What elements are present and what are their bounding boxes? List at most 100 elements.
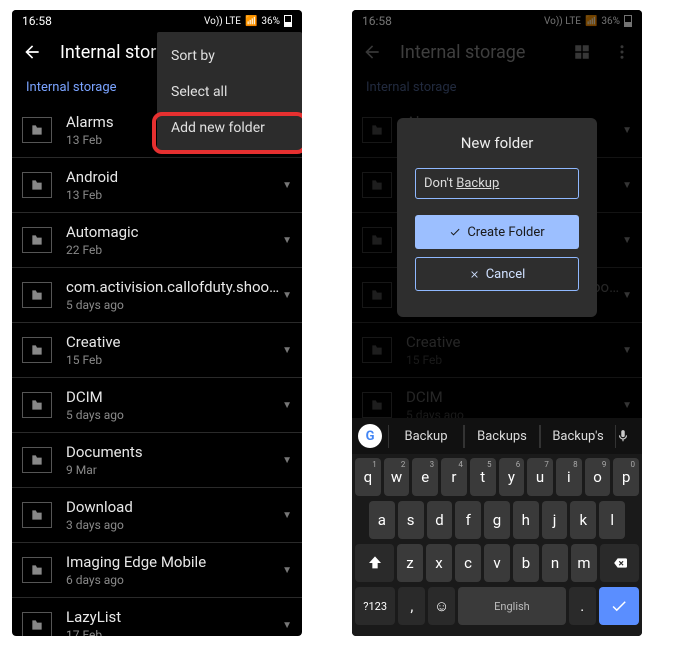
key-s[interactable]: s (398, 501, 424, 539)
backspace-key[interactable] (600, 544, 639, 582)
folder-icon (22, 557, 52, 583)
key-w[interactable]: w2 (384, 458, 410, 496)
key-k[interactable]: k (570, 501, 596, 539)
item-sub: 17 Feb (66, 628, 282, 636)
item-name: Imaging Edge Mobile (66, 553, 282, 571)
list-item[interactable]: LazyList 17 Feb ▼ (12, 598, 302, 636)
comma-key[interactable]: , (398, 587, 425, 625)
item-sub: 22 Feb (66, 243, 282, 257)
cancel-button[interactable]: Cancel (415, 257, 579, 291)
options-menu: Sort by Select all Add new folder (157, 32, 302, 152)
list-item[interactable]: DCIM 5 days ago ▼ (12, 378, 302, 433)
chevron-down-icon[interactable]: ▼ (282, 180, 292, 191)
item-name: Documents (66, 443, 282, 461)
chevron-down-icon[interactable]: ▼ (282, 400, 292, 411)
list-item[interactable]: com.activision.callofduty.shooter5 days … (12, 268, 302, 323)
period-key[interactable]: . (569, 587, 596, 625)
key-l[interactable]: l (599, 501, 625, 539)
key-o[interactable]: o9 (585, 458, 611, 496)
key-x[interactable]: x (426, 544, 452, 582)
folder-icon (22, 117, 52, 143)
key-i[interactable]: i8 (556, 458, 582, 496)
key-y[interactable]: y6 (499, 458, 525, 496)
key-m[interactable]: m (571, 544, 597, 582)
create-label: Create Folder (467, 225, 544, 240)
key-n[interactable]: n (542, 544, 568, 582)
item-name: Download (66, 498, 282, 516)
emoji-key[interactable]: ☺ (428, 587, 455, 625)
shift-key[interactable] (355, 544, 394, 582)
list-item[interactable]: Documents 9 Mar ▼ (12, 433, 302, 488)
folder-name-input[interactable]: Don't Backup (415, 168, 579, 199)
back-icon[interactable] (20, 40, 44, 64)
item-name: Automagic (66, 223, 282, 241)
item-sub: 5 days ago (66, 408, 282, 422)
key-z[interactable]: z (397, 544, 423, 582)
key-p[interactable]: p0 (613, 458, 639, 496)
item-sub: 3 days ago (66, 518, 282, 532)
folder-list: Alarms13 Feb ▼ Android13 Feb ▼ Automagic… (12, 103, 302, 636)
key-d[interactable]: d (427, 501, 453, 539)
google-icon[interactable]: G (358, 424, 382, 448)
list-item[interactable]: Download 3 days ago ▼ (12, 488, 302, 543)
key-j[interactable]: j (542, 501, 568, 539)
key-f[interactable]: f (455, 501, 481, 539)
key-h[interactable]: h (513, 501, 539, 539)
key-a[interactable]: a (369, 501, 395, 539)
list-item[interactable]: Android 13 Feb ▼ (12, 158, 302, 213)
chevron-down-icon[interactable]: ▼ (282, 235, 292, 246)
chevron-down-icon[interactable]: ▼ (282, 620, 292, 631)
chevron-down-icon[interactable]: ▼ (282, 455, 292, 466)
status-net: Vo)) LTE (204, 16, 241, 27)
item-name: DCIM (66, 388, 282, 406)
chevron-down-icon[interactable]: ▼ (282, 345, 292, 356)
suggestion[interactable]: Backup (388, 425, 464, 448)
list-item[interactable]: Automagic 22 Feb ▼ (12, 213, 302, 268)
key-t[interactable]: t5 (470, 458, 496, 496)
item-name: Creative (66, 333, 282, 351)
dialog-title: New folder (415, 134, 579, 152)
key-e[interactable]: e3 (412, 458, 438, 496)
folder-icon (22, 392, 52, 418)
chevron-down-icon[interactable]: ▼ (282, 510, 292, 521)
item-sub: 13 Feb (66, 188, 282, 202)
key-u[interactable]: u7 (527, 458, 553, 496)
keyboard: G Backup Backups Backup's q1w2e3r4t5y6u7… (352, 418, 642, 636)
enter-key[interactable] (599, 587, 639, 625)
folder-icon (22, 502, 52, 528)
item-name: LazyList (66, 608, 282, 626)
folder-icon (22, 447, 52, 473)
menu-select-all[interactable]: Select all (157, 74, 302, 110)
chevron-down-icon[interactable]: ▼ (282, 290, 292, 301)
space-key[interactable]: English (458, 587, 566, 625)
menu-sort-by[interactable]: Sort by (157, 38, 302, 74)
battery-icon (284, 15, 292, 27)
suggestion[interactable]: Backup's (540, 425, 616, 448)
chevron-down-icon[interactable]: ▼ (282, 565, 292, 576)
status-battery: 36% (261, 16, 280, 27)
folder-icon (22, 612, 52, 636)
key-g[interactable]: g (484, 501, 510, 539)
key-r[interactable]: r4 (441, 458, 467, 496)
key-v[interactable]: v (484, 544, 510, 582)
create-folder-button[interactable]: Create Folder (415, 215, 579, 249)
folder-icon (22, 282, 52, 308)
list-item[interactable]: Creative15 Feb ▼ (12, 323, 302, 378)
numbers-key[interactable]: ?123 (355, 587, 395, 625)
menu-add-folder[interactable]: Add new folder (157, 110, 302, 146)
folder-icon (22, 227, 52, 253)
suggestion[interactable]: Backups (464, 425, 540, 448)
item-name: Android (66, 168, 282, 186)
key-q[interactable]: q1 (355, 458, 381, 496)
input-text-underlined: Backup (456, 176, 499, 191)
mic-icon[interactable] (616, 429, 636, 443)
item-sub: 6 days ago (66, 573, 282, 587)
phone-right: 16:58 Vo)) LTE 📶 36% Internal storage In… (352, 10, 642, 636)
key-b[interactable]: b (513, 544, 539, 582)
folder-icon (22, 172, 52, 198)
key-c[interactable]: c (455, 544, 481, 582)
list-item[interactable]: Imaging Edge Mobile 6 days ago ▼ (12, 543, 302, 598)
input-text: Don't (424, 176, 456, 191)
item-sub: 9 Mar (66, 463, 282, 477)
folder-icon (22, 337, 52, 363)
